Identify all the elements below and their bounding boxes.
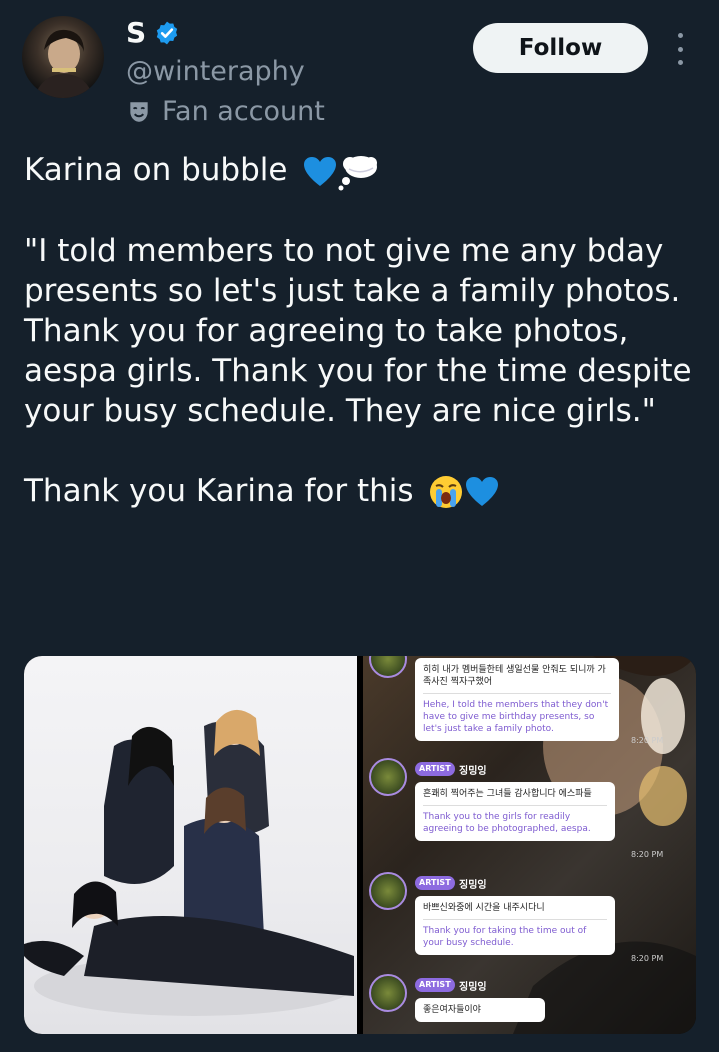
tweet-closing-text: Thank you Karina for this: [24, 472, 414, 509]
chat-message-3: ARTIST 징밍잉 바쁘신와중에 시간을 내주시다니 Thank you fo…: [369, 870, 689, 970]
loudly-crying-face-icon: [430, 476, 463, 508]
artist-avatar: [369, 872, 407, 910]
blue-heart-icon: [304, 156, 337, 186]
chat-korean-text: 바쁘신와중에 시간을 내주시다니: [423, 903, 545, 913]
tweet-quote: "I told members to not give me any bday …: [24, 232, 692, 429]
chat-message-1: 히히 내가 멤버들한테 생일선물 안줘도 되니까 가족사진 찍자구했어 Hehe…: [369, 656, 689, 756]
chat-timestamp: 8:20 PM: [631, 850, 664, 859]
chat-english-text: Thank you to the girls for readily agree…: [423, 812, 591, 834]
author-name-row[interactable]: S: [126, 16, 180, 49]
thought-balloon-icon: [338, 155, 378, 190]
chat-bubble: 바쁘신와중에 시간을 내주시다니 Thank you for taking th…: [415, 896, 615, 955]
tweet-line-1-text: Karina on bubble: [24, 152, 288, 188]
chat-korean-text: 흔쾌히 찍어주는 그녀들 감사합니다 에스파들: [423, 789, 592, 799]
author-avatar[interactable]: [22, 16, 104, 98]
bubble-chat-screenshot[interactable]: 히히 내가 멤버들한테 생일선물 안줘도 되니까 가족사진 찍자구했어 Hehe…: [363, 656, 696, 1034]
chat-english-text: Thank you for taking the time out of you…: [423, 926, 587, 948]
chat-korean-text: 히히 내가 멤버들한테 생일선물 안줘도 되니까 가족사진 찍자구했어: [423, 665, 606, 687]
tweet-media[interactable]: 히히 내가 멤버들한테 생일선물 안줘도 되니까 가족사진 찍자구했어 Hehe…: [24, 656, 696, 1034]
chat-timestamp: 8:20 PM: [631, 954, 664, 963]
chat-korean-text: 좋은여자들이야: [423, 1005, 481, 1015]
chat-message-4: ARTIST 징밍잉 좋은여자들이야: [369, 972, 689, 1034]
more-options-icon[interactable]: [670, 33, 690, 65]
chat-bubble: 흔쾌히 찍어주는 그녀들 감사합니다 에스파들 Thank you to the…: [415, 782, 615, 841]
artist-avatar: [369, 974, 407, 1012]
tweet-text: Karina on bubble "I told members to not …: [24, 150, 696, 511]
artist-avatar: [369, 656, 407, 678]
verified-badge-icon: [156, 21, 178, 44]
follow-button[interactable]: Follow: [473, 23, 648, 73]
chat-sender: 징밍잉: [459, 766, 487, 777]
chat-message-2: ARTIST 징밍잉 흔쾌히 찍어주는 그녀들 감사합니다 에스파들 Thank…: [369, 756, 689, 866]
blue-heart-icon: [466, 477, 499, 506]
author-name[interactable]: S: [126, 16, 146, 49]
chat-bubble: 좋은여자들이야: [415, 998, 545, 1022]
automated-label[interactable]: Fan account: [126, 96, 325, 127]
author-handle[interactable]: @winteraphy: [126, 56, 305, 87]
tweet-line-1: Karina on bubble: [24, 150, 696, 191]
chat-bubble: 히히 내가 멤버들한테 생일선물 안줘도 되니까 가족사진 찍자구했어 Hehe…: [415, 658, 619, 741]
artist-tag: ARTIST: [415, 762, 455, 776]
artist-tag: ARTIST: [415, 876, 455, 890]
group-photo[interactable]: [24, 656, 357, 1034]
chat-sender: 징밍잉: [459, 982, 487, 993]
group-photo-illustration: [24, 709, 354, 1016]
artist-avatar: [369, 758, 407, 796]
theater-mask-icon: [130, 101, 148, 122]
chat-sender: 징밍잉: [459, 880, 487, 891]
chat-timestamp: 8:20 PM: [631, 736, 664, 745]
account-label-text: Fan account: [162, 96, 325, 127]
tweet-closing: Thank you Karina for this: [24, 471, 696, 511]
chat-english-text: Hehe, I told the members that they don't…: [423, 700, 609, 734]
artist-tag: ARTIST: [415, 978, 455, 992]
avatar-portrait-image: [34, 29, 94, 98]
